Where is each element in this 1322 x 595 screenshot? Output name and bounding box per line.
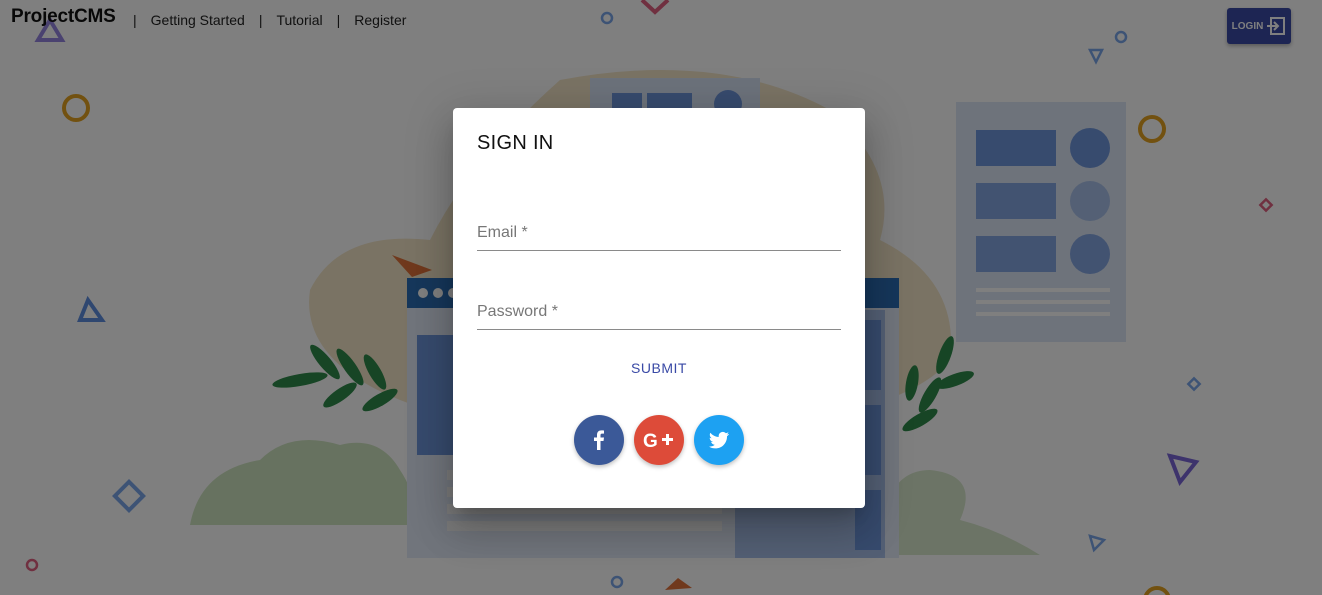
social-login-buttons: G <box>574 415 754 465</box>
dialog-title: SIGN IN <box>477 132 554 154</box>
email-field[interactable]: Email * <box>477 214 845 251</box>
twitter-icon <box>709 431 729 449</box>
sign-in-dialog: SIGN IN Email * Password * SUBMIT G <box>453 108 865 508</box>
twitter-login-button[interactable] <box>694 415 744 465</box>
facebook-login-button[interactable] <box>574 415 624 465</box>
svg-text:G: G <box>643 431 658 452</box>
facebook-icon <box>594 430 604 450</box>
email-input[interactable] <box>477 220 845 250</box>
password-input[interactable] <box>477 299 845 329</box>
google-plus-login-button[interactable]: G <box>634 415 684 465</box>
google-plus-icon: G <box>643 431 673 452</box>
submit-button[interactable]: SUBMIT <box>453 360 865 376</box>
password-field[interactable]: Password * <box>477 293 845 330</box>
